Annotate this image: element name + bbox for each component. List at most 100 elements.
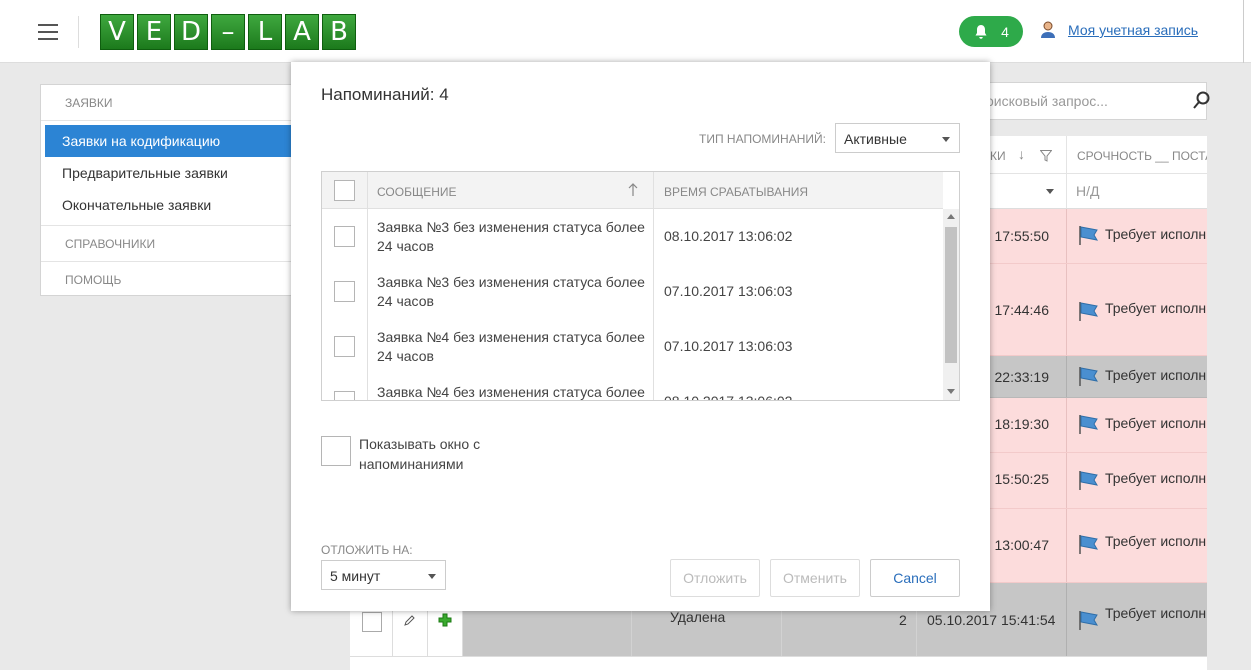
reminder-time: 08.10.2017 13:06:02 xyxy=(664,393,793,401)
scrollbar-thumb[interactable] xyxy=(945,227,957,363)
reminder-row[interactable]: Заявка №3 без изменения статуса более 24… xyxy=(322,265,943,320)
logo-letter: L xyxy=(248,14,282,50)
notifications-button[interactable]: 4 xyxy=(959,16,1023,47)
flag-icon xyxy=(1079,302,1099,321)
flag-icon xyxy=(1079,471,1099,490)
row-checkbox[interactable] xyxy=(334,336,355,357)
table-row[interactable]: 7 22:33:19 Требует исполн xyxy=(990,356,1207,398)
pencil-icon[interactable] xyxy=(404,614,416,626)
logo-letter: B xyxy=(322,14,356,50)
urgency-label: Требует исполн xyxy=(1105,226,1207,242)
column-header-message[interactable]: СООБЩЕНИЕ xyxy=(377,185,457,199)
row-datetime: 7 17:44:46 xyxy=(990,302,1049,318)
reminder-message: Заявка №3 без изменения статуса более 24… xyxy=(377,219,645,254)
reminder-row[interactable]: Заявка №4 без изменения статуса более 24… xyxy=(322,320,943,375)
reminder-type-label: ТИП НАПОМИНАНИЙ: xyxy=(699,132,826,146)
show-window-label: Показывать окно с напоминаниями xyxy=(359,436,481,472)
urgency-label: Требует исполн xyxy=(1105,533,1207,549)
sort-down-icon[interactable]: ↓ xyxy=(1018,146,1025,162)
add-green-icon[interactable] xyxy=(438,613,452,627)
filter-icon[interactable] xyxy=(1040,150,1052,162)
sidebar-item-preliminary-requests[interactable]: Предварительные заявки xyxy=(41,157,291,189)
logo-letter: V xyxy=(100,14,134,50)
top-header: V E D – L A B 4 Моя учетная запись xyxy=(0,0,1251,63)
flag-icon xyxy=(1079,367,1099,386)
select-all-checkbox[interactable] xyxy=(334,180,355,201)
sidebar-section-references[interactable]: СПРАВОЧНИКИ xyxy=(41,226,291,262)
snooze-label: ОТЛОЖИТЬ НА: xyxy=(321,543,413,557)
flag-icon xyxy=(1079,611,1099,630)
table-row[interactable]: 7 17:55:50 Требует исполн xyxy=(990,209,1207,264)
row-status: Удалена xyxy=(670,609,726,625)
row-checkbox[interactable] xyxy=(334,226,355,247)
row-number: 2 xyxy=(899,612,907,628)
sidebar-section-requests[interactable]: ЗАЯВКИ xyxy=(41,85,291,121)
reminder-message: Заявка №3 без изменения статуса более 24… xyxy=(377,274,645,309)
user-icon xyxy=(1041,21,1055,38)
sidebar-item-codification-requests[interactable]: Заявки на кодификацию xyxy=(45,125,291,157)
ved-lab-logo[interactable]: V E D – L A B xyxy=(100,14,356,50)
row-datetime: 7 15:50:25 xyxy=(990,471,1049,487)
reminder-row[interactable]: Заявка №4 без изменения статуса более 08… xyxy=(322,375,943,401)
table-row[interactable]: 7 13:00:47 Требует исполн xyxy=(990,509,1207,583)
logo-letter: – xyxy=(211,14,245,50)
cancel-button[interactable]: Cancel xyxy=(870,559,960,597)
row-datetime: 7 17:55:50 xyxy=(990,228,1049,244)
reminder-row[interactable]: Заявка №3 без изменения статуса более 24… xyxy=(322,210,943,265)
grid-scrollbar[interactable] xyxy=(943,209,959,400)
row-datetime: 7 22:33:19 xyxy=(990,369,1049,385)
show-window-checkbox[interactable] xyxy=(321,436,351,466)
reminder-type-select[interactable]: Активные xyxy=(835,123,960,153)
scroll-up-icon[interactable] xyxy=(947,214,955,219)
row-datetime: 7 18:19:30 xyxy=(990,416,1049,432)
reminders-grid: СООБЩЕНИЕ ВРЕМЯ СРАБАТЫВАНИЯ Заявка №3 б… xyxy=(321,171,960,401)
account-link[interactable]: Моя учетная запись xyxy=(1068,22,1198,38)
row-checkbox[interactable] xyxy=(334,281,355,302)
scroll-down-icon[interactable] xyxy=(947,389,955,394)
urgency-label: Требует исполн xyxy=(1105,470,1207,486)
column-header-date-label: КИ xyxy=(990,149,1006,163)
notification-count: 4 xyxy=(1001,23,1009,40)
window-edge xyxy=(1243,0,1244,63)
sidebar: ЗАЯВКИ Заявки на кодификацию Предварител… xyxy=(40,84,292,296)
urgency-label: Требует исполн xyxy=(1105,300,1207,316)
row-checkbox[interactable] xyxy=(334,391,355,400)
row-datetime: 05.10.2017 15:41:54 xyxy=(927,612,1056,628)
search-icon[interactable] xyxy=(1193,91,1211,109)
column-header-urgency[interactable]: СРОЧНОСТЬ __ ПОСТА xyxy=(1066,136,1207,174)
urgency-label: Требует исполн xyxy=(1105,415,1207,431)
snooze-button[interactable]: Отложить xyxy=(670,559,760,597)
urgency-filter[interactable]: Н/Д xyxy=(1066,174,1207,209)
urgency-label: Требует исполн xyxy=(1105,367,1207,383)
snooze-duration-select[interactable]: 5 минут xyxy=(321,560,446,590)
sidebar-section-help[interactable]: ПОМОЩЬ xyxy=(41,262,291,298)
dismiss-button[interactable]: Отменить xyxy=(770,559,860,597)
logo-letter: D xyxy=(174,14,208,50)
column-header-date[interactable]: КИ ↓ xyxy=(990,136,1066,174)
reminder-message: Заявка №4 без изменения статуса более xyxy=(377,384,645,400)
sort-up-icon[interactable] xyxy=(627,183,639,197)
row-checkbox[interactable] xyxy=(362,612,382,632)
logo-letter: A xyxy=(285,14,319,50)
flag-icon xyxy=(1079,535,1099,554)
table-row-partial xyxy=(350,656,1207,670)
reminder-time: 07.10.2017 13:06:03 xyxy=(664,283,793,299)
table-row[interactable]: 7 17:44:46 Требует исполн xyxy=(990,264,1207,356)
logo-letter: E xyxy=(137,14,171,50)
date-filter-dropdown[interactable] xyxy=(990,174,1066,209)
table-row[interactable]: 7 15:50:25 Требует исполн xyxy=(990,453,1207,509)
sidebar-item-final-requests[interactable]: Окончательные заявки xyxy=(41,189,291,221)
bell-icon xyxy=(975,24,987,39)
header-divider xyxy=(78,16,79,48)
flag-icon xyxy=(1079,415,1099,434)
table-row[interactable]: 7 18:19:30 Требует исполн xyxy=(990,398,1207,453)
urgency-label: Требует исполн xyxy=(1105,605,1207,621)
grid-header: СООБЩЕНИЕ ВРЕМЯ СРАБАТЫВАНИЯ xyxy=(322,172,943,209)
reminder-time: 07.10.2017 13:06:03 xyxy=(664,338,793,354)
chevron-down-icon xyxy=(1046,189,1054,194)
hamburger-menu-icon[interactable] xyxy=(38,24,58,40)
chevron-down-icon xyxy=(942,137,950,142)
column-header-trigger-time[interactable]: ВРЕМЯ СРАБАТЫВАНИЯ xyxy=(664,185,808,199)
snooze-duration-value: 5 минут xyxy=(330,568,381,584)
search-input[interactable]: оисковый запрос... xyxy=(985,82,1207,120)
